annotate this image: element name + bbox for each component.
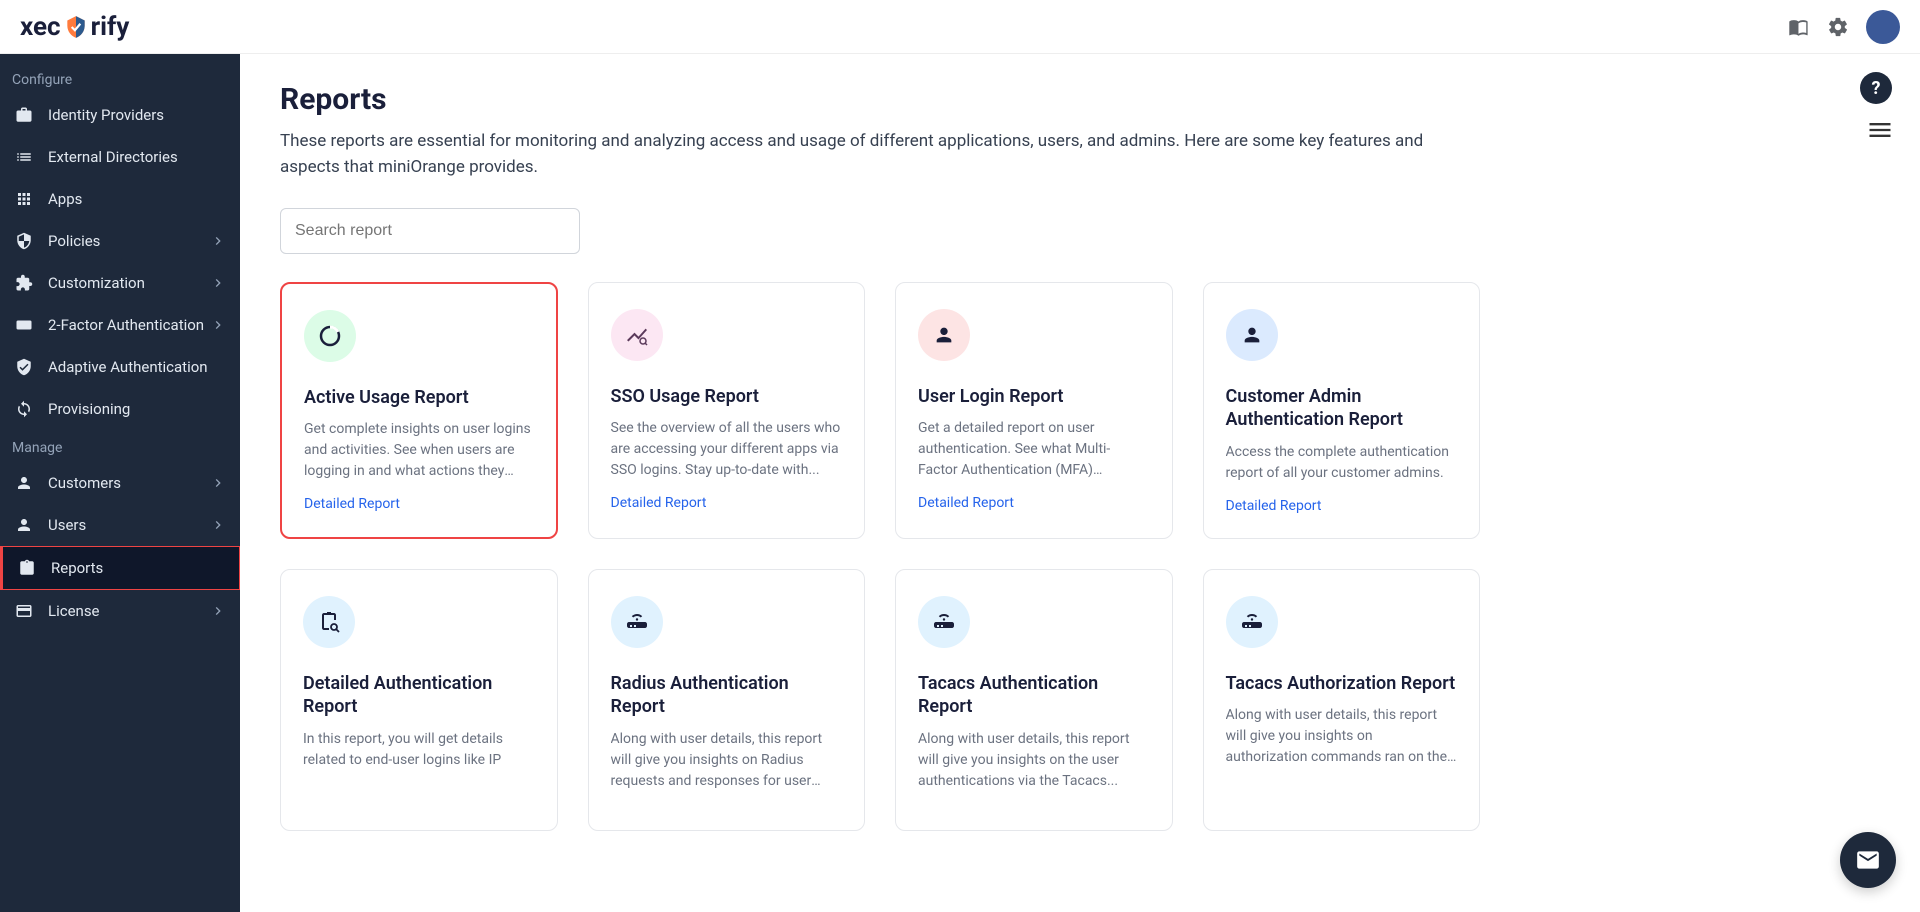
sidebar-item-label: Policies [48, 232, 100, 250]
chevron-right-icon [210, 233, 226, 249]
sidebar-item-label: Customization [48, 274, 145, 292]
sidebar: Configure Identity Providers External Di… [0, 54, 240, 912]
router-icon [918, 596, 970, 648]
person-icon [918, 309, 970, 361]
shield-icon [14, 357, 34, 377]
brand-text-right: rify [91, 12, 130, 42]
card-title: Tacacs Authentication Report [918, 672, 1150, 719]
sidebar-item-policies[interactable]: Policies [0, 220, 240, 262]
detailed-report-link[interactable]: Detailed Report [304, 496, 534, 512]
card-title: Customer Admin Authentication Report [1226, 385, 1458, 432]
chevron-right-icon [210, 603, 226, 619]
shield-check-icon [14, 231, 34, 251]
card-title: SSO Usage Report [611, 385, 843, 408]
report-card-radius-auth[interactable]: Radius Authentication Report Along with … [588, 569, 866, 831]
topbar: xec rify [0, 0, 1920, 54]
card-desc: Along with user details, this report wil… [918, 729, 1150, 792]
sidebar-item-label: Provisioning [48, 400, 130, 418]
cards-grid: Active Usage Report Get complete insight… [280, 282, 1480, 831]
person-icon [1226, 309, 1278, 361]
sidebar-item-reports[interactable]: Reports [0, 546, 240, 590]
search-input[interactable] [280, 208, 580, 254]
chevron-right-icon [210, 517, 226, 533]
sidebar-item-external-directories[interactable]: External Directories [0, 136, 240, 178]
help-button[interactable]: ? [1860, 72, 1892, 104]
sidebar-item-label: Users [48, 516, 86, 534]
donut-icon [304, 310, 356, 362]
card-desc: Get a detailed report on user authentica… [918, 418, 1150, 481]
puzzle-icon [14, 273, 34, 293]
detailed-report-link[interactable]: Detailed Report [611, 495, 843, 511]
card-desc: See the overview of all the users who ar… [611, 418, 843, 481]
sidebar-item-label: External Directories [48, 148, 178, 166]
book-icon[interactable] [1786, 15, 1810, 39]
sidebar-section-manage: Manage [0, 430, 240, 462]
detailed-report-link[interactable]: Detailed Report [918, 495, 1150, 511]
card-desc: Along with user details, this report wil… [1226, 705, 1458, 768]
sidebar-item-2fa[interactable]: 2-Factor Authentication [0, 304, 240, 346]
grid-icon [14, 189, 34, 209]
sidebar-item-label: License [48, 602, 100, 620]
card-desc: Get complete insights on user logins and… [304, 419, 534, 482]
report-card-customer-admin-auth[interactable]: Customer Admin Authentication Report Acc… [1203, 282, 1481, 539]
report-card-active-usage[interactable]: Active Usage Report Get complete insight… [280, 282, 558, 539]
sync-icon [14, 399, 34, 419]
sidebar-item-label: 2-Factor Authentication [48, 316, 204, 334]
report-card-tacacs-auth[interactable]: Tacacs Authentication Report Along with … [895, 569, 1173, 831]
sidebar-item-adaptive-auth[interactable]: Adaptive Authentication [0, 346, 240, 388]
chevron-right-icon [210, 275, 226, 291]
user-avatar[interactable] [1866, 10, 1900, 44]
sidebar-item-customization[interactable]: Customization [0, 262, 240, 304]
gear-icon[interactable] [1826, 15, 1850, 39]
mail-fab[interactable] [1840, 832, 1896, 888]
hamburger-icon[interactable] [1866, 116, 1894, 144]
sidebar-item-users[interactable]: Users [0, 504, 240, 546]
sidebar-section-configure: Configure [0, 62, 240, 94]
sidebar-item-label: Identity Providers [48, 106, 164, 124]
card-title: Active Usage Report [304, 386, 534, 409]
clipboard-icon [17, 558, 37, 578]
card-title: Detailed Authentication Report [303, 672, 535, 719]
report-card-detailed-auth[interactable]: Detailed Authentication Report In this r… [280, 569, 558, 831]
person-icon [14, 473, 34, 493]
number-badge-icon [14, 315, 34, 335]
card-icon [14, 601, 34, 621]
card-title: User Login Report [918, 385, 1150, 408]
report-card-user-login[interactable]: User Login Report Get a detailed report … [895, 282, 1173, 539]
report-card-sso-usage[interactable]: SSO Usage Report See the overview of all… [588, 282, 866, 539]
card-title: Tacacs Authorization Report [1226, 672, 1458, 695]
sidebar-item-license[interactable]: License [0, 590, 240, 632]
report-card-tacacs-authz[interactable]: Tacacs Authorization Report Along with u… [1203, 569, 1481, 831]
analytics-icon [611, 309, 663, 361]
card-desc: In this report, you will get details rel… [303, 729, 535, 771]
sidebar-item-label: Apps [48, 190, 82, 208]
card-desc: Along with user details, this report wil… [611, 729, 843, 792]
card-title: Radius Authentication Report [611, 672, 843, 719]
shield-icon [63, 14, 89, 40]
briefcase-icon [14, 105, 34, 125]
page-description: These reports are essential for monitori… [280, 129, 1430, 180]
card-desc: Access the complete authentication repor… [1226, 442, 1458, 484]
list-icon [14, 147, 34, 167]
sidebar-item-customers[interactable]: Customers [0, 462, 240, 504]
detailed-report-link[interactable]: Detailed Report [1226, 498, 1458, 514]
person-icon [14, 515, 34, 535]
router-icon [1226, 596, 1278, 648]
router-icon [611, 596, 663, 648]
sidebar-item-identity-providers[interactable]: Identity Providers [0, 94, 240, 136]
brand-logo[interactable]: xec rify [20, 12, 129, 42]
chevron-right-icon [210, 475, 226, 491]
sidebar-item-provisioning[interactable]: Provisioning [0, 388, 240, 430]
clipboard-search-icon [303, 596, 355, 648]
sidebar-item-label: Adaptive Authentication [48, 358, 208, 376]
sidebar-item-apps[interactable]: Apps [0, 178, 240, 220]
sidebar-item-label: Reports [51, 559, 103, 577]
brand-text-left: xec [20, 12, 61, 42]
page-title: Reports [280, 82, 1880, 117]
sidebar-item-label: Customers [48, 474, 121, 492]
main-content: ? Reports These reports are essential fo… [240, 54, 1920, 912]
chevron-right-icon [210, 317, 226, 333]
